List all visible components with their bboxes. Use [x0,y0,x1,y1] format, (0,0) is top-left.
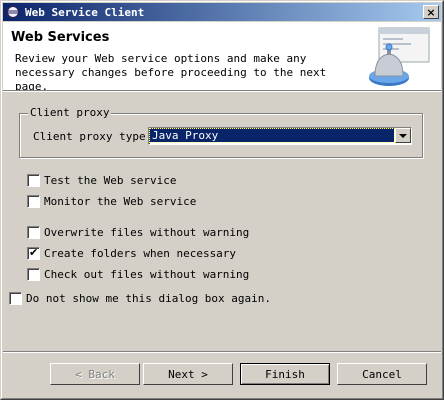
dropdown-button[interactable] [395,128,411,143]
client-proxy-group: Client proxy Client proxy type: Java Pro… [19,106,423,158]
finish-button[interactable]: Finish [240,363,330,385]
back-button-label: < Back [75,367,115,381]
page-title: Web Services [11,30,110,45]
test-web-service-option[interactable]: Test the Web service [27,173,176,187]
page-description: Review your Web service options and make… [15,52,327,93]
create-folders-checkbox[interactable]: ✔ [27,245,40,260]
client-proxy-type-value[interactable]: Java Proxy [149,128,395,143]
test-web-service-label: Test the Web service [44,173,177,187]
close-button[interactable]: × [423,5,439,19]
chevron-down-icon [399,133,407,138]
dont-show-again-label: Do not show me this dialog box again. [26,291,272,305]
cancel-button[interactable]: Cancel [337,363,427,385]
web-service-banner-icon [365,26,433,90]
check-out-files-label: Check out files without warning [44,267,250,281]
create-folders-label: Create folders when necessary [44,246,237,260]
monitor-web-service-label: Monitor the Web service [44,194,197,208]
overwrite-files-checkbox[interactable] [27,225,40,239]
window-title: Web Service Client [25,5,145,19]
client-proxy-type-label: Client proxy type: [33,130,153,143]
button-bar-separator [3,351,441,353]
next-button-label: Next > [168,367,208,381]
header-separator [3,90,441,92]
test-web-service-checkbox[interactable] [27,173,40,187]
check-out-files-checkbox[interactable] [27,267,40,281]
create-folders-option[interactable]: ✔ Create folders when necessary [27,246,236,260]
title-bar[interactable]: Web Service Client × [3,3,441,21]
overwrite-files-label: Overwrite files without warning [44,225,250,239]
checkmark-icon: ✔ [29,245,39,259]
client-proxy-type-select[interactable]: Java Proxy [148,127,412,145]
back-button[interactable]: < Back [50,363,140,385]
overwrite-files-option[interactable]: Overwrite files without warning [27,225,249,239]
next-button[interactable]: Next > [143,363,233,385]
check-out-files-option[interactable]: Check out files without warning [27,267,249,281]
client-proxy-group-label: Client proxy [28,106,112,119]
eclipse-icon [5,4,21,20]
dont-show-again-checkbox[interactable] [9,291,22,305]
close-icon: × [426,5,436,19]
dialog-window: Web Service Client × Web Services Review… [0,0,444,400]
dont-show-again-option[interactable]: Do not show me this dialog box again. [9,291,271,305]
cancel-button-label: Cancel [362,367,402,381]
wizard-header: Web Services Review your Web service opt… [3,22,441,93]
finish-button-label: Finish [265,367,305,381]
monitor-web-service-checkbox[interactable] [27,194,40,208]
monitor-web-service-option[interactable]: Monitor the Web service [27,194,196,208]
